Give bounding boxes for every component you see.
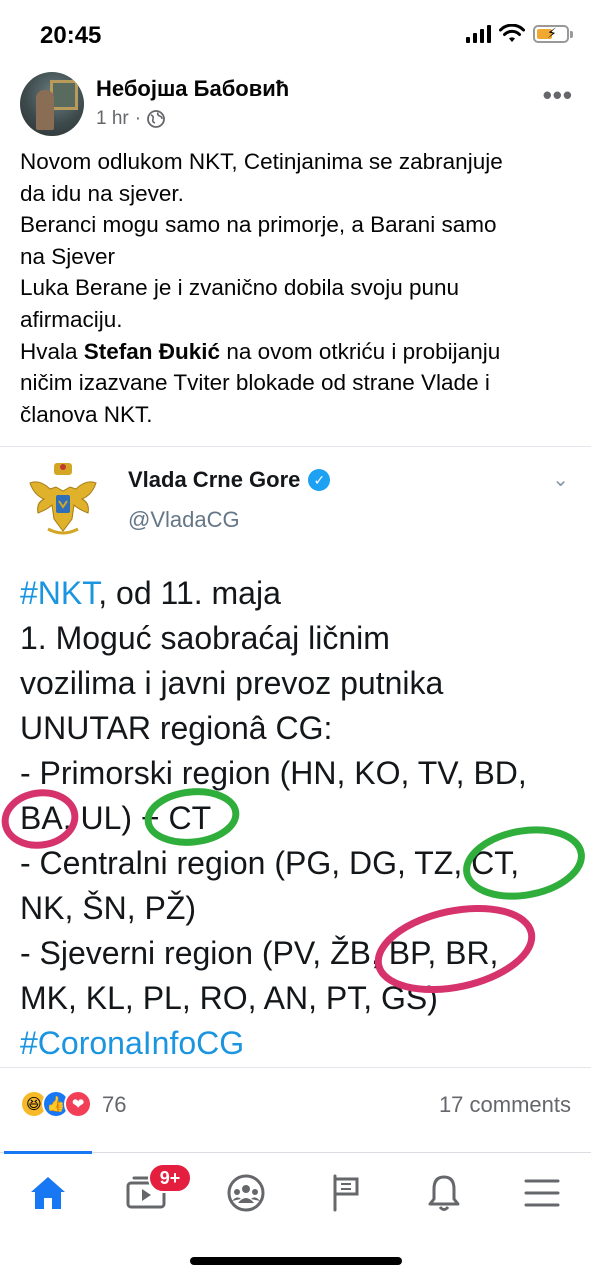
post-time[interactable]: 1 hr	[96, 108, 129, 130]
post-text-line: ničim izazvane Tviter blokade od strane …	[20, 370, 490, 396]
post-meta: 1 hr ·	[96, 108, 165, 130]
love-icon: ❤	[64, 1090, 92, 1118]
thanks-prefix: Hvala	[20, 338, 84, 364]
notifications-bell-icon[interactable]	[414, 1167, 474, 1219]
tweet-body: #NKT, od 11. maja 1. Moguć saobraćaj lič…	[20, 571, 580, 1066]
globe-icon	[147, 110, 165, 128]
tweet-line: - Sjeverni region (PV, ŽB, BP, BR,	[20, 935, 499, 971]
post-text-line: Luka Berane je i zvanično dobila svoju p…	[20, 275, 460, 301]
reaction-icons[interactable]: 😆 👍 ❤	[20, 1090, 92, 1118]
post-text-line: Hvala Stefan Đukić na ovom otkriću i pro…	[20, 336, 576, 368]
tweet-line: MK, KL, PL, RO, AN, PT, GS)	[20, 980, 438, 1016]
home-indicator[interactable]	[190, 1257, 402, 1265]
tweet-line: BA, UL) + CT	[20, 800, 212, 836]
status-time: 20:45	[40, 22, 102, 49]
tweet-line: #NKT, od 11. maja	[20, 571, 580, 616]
tweet-account-name-text: Vlada Crne Gore	[128, 467, 301, 492]
tweet-handle: @VladaCG	[128, 507, 240, 532]
tweet-line: vozilima i javni prevoz putnika	[20, 665, 444, 701]
post-text: Novom odlukom NKT, Cetinjanima se zabran…	[20, 146, 576, 430]
post-text-line: da idu na sjever.	[20, 180, 184, 206]
post-text-line: članova NKT.	[20, 401, 153, 427]
tweet-line: #CoronaInfoCG	[20, 1021, 580, 1066]
menu-icon[interactable]	[512, 1167, 572, 1219]
wifi-icon	[499, 24, 525, 42]
tweet-line: NK, ŠN, PŽ)	[20, 890, 197, 926]
verified-badge-icon: ✓	[308, 469, 331, 491]
tweet-account-name: Vlada Crne Gore ✓	[128, 467, 331, 493]
post-text-line: afirmaciju.	[20, 306, 123, 332]
pages-flag-icon[interactable]	[316, 1167, 376, 1219]
mentioned-user[interactable]: Stefan Đukić	[84, 339, 220, 364]
post-author-name[interactable]: Небојша Бабовић	[96, 76, 289, 102]
tweet-line: - Primorski region (HN, KO, TV, BD,	[20, 755, 527, 791]
status-icons: ⚡	[466, 24, 573, 44]
home-icon[interactable]	[18, 1167, 78, 1219]
post-text-line: Beranci mogu samo na primorje, a Barani …	[20, 212, 497, 238]
active-tab-indicator	[4, 1151, 92, 1154]
comments-count[interactable]: 17 comments	[439, 1092, 571, 1118]
reactions-bar: 😆 👍 ❤ 76 17 comments	[20, 1086, 571, 1126]
hashtag-nkt: #NKT	[20, 575, 99, 611]
hashtag-coronainfocg: #CoronaInfoCG	[20, 1025, 245, 1061]
groups-icon[interactable]	[216, 1167, 276, 1219]
meta-separator: ·	[134, 108, 142, 129]
tweet-line-text: , od 11. maja	[98, 575, 281, 611]
chevron-down-icon: ⌄	[552, 469, 569, 491]
cellular-signal-icon	[466, 25, 491, 43]
avatar[interactable]	[20, 72, 84, 136]
tweet-image[interactable]: Vlada Crne Gore ✓ @VladaCG ⌄ #NKT, od 11…	[0, 446, 591, 1068]
coat-of-arms-icon	[29, 463, 97, 535]
reaction-count[interactable]: 76	[102, 1092, 126, 1118]
tweet-line: - Centralni region (PG, DG, TZ, CT,	[20, 845, 520, 881]
post-header: Небојша Бабовић 1 hr · •••	[20, 72, 575, 138]
battery-icon: ⚡	[533, 25, 573, 43]
watch-badge: 9+	[148, 1163, 192, 1193]
status-bar: 20:45 ⚡	[0, 0, 591, 70]
bottom-nav: 9+	[0, 1151, 591, 1232]
thanks-rest: na ovom otkriću i probijanju	[220, 338, 501, 364]
tweet-line: UNUTAR regionâ CG:	[20, 710, 333, 746]
post-text-line: na Sjever	[20, 243, 116, 269]
tweet-line: 1. Moguć saobraćaj ličnim	[20, 620, 390, 656]
more-options-icon[interactable]: •••	[543, 80, 573, 111]
post-text-line: Novom odlukom NKT, Cetinjanima se zabran…	[20, 149, 503, 174]
